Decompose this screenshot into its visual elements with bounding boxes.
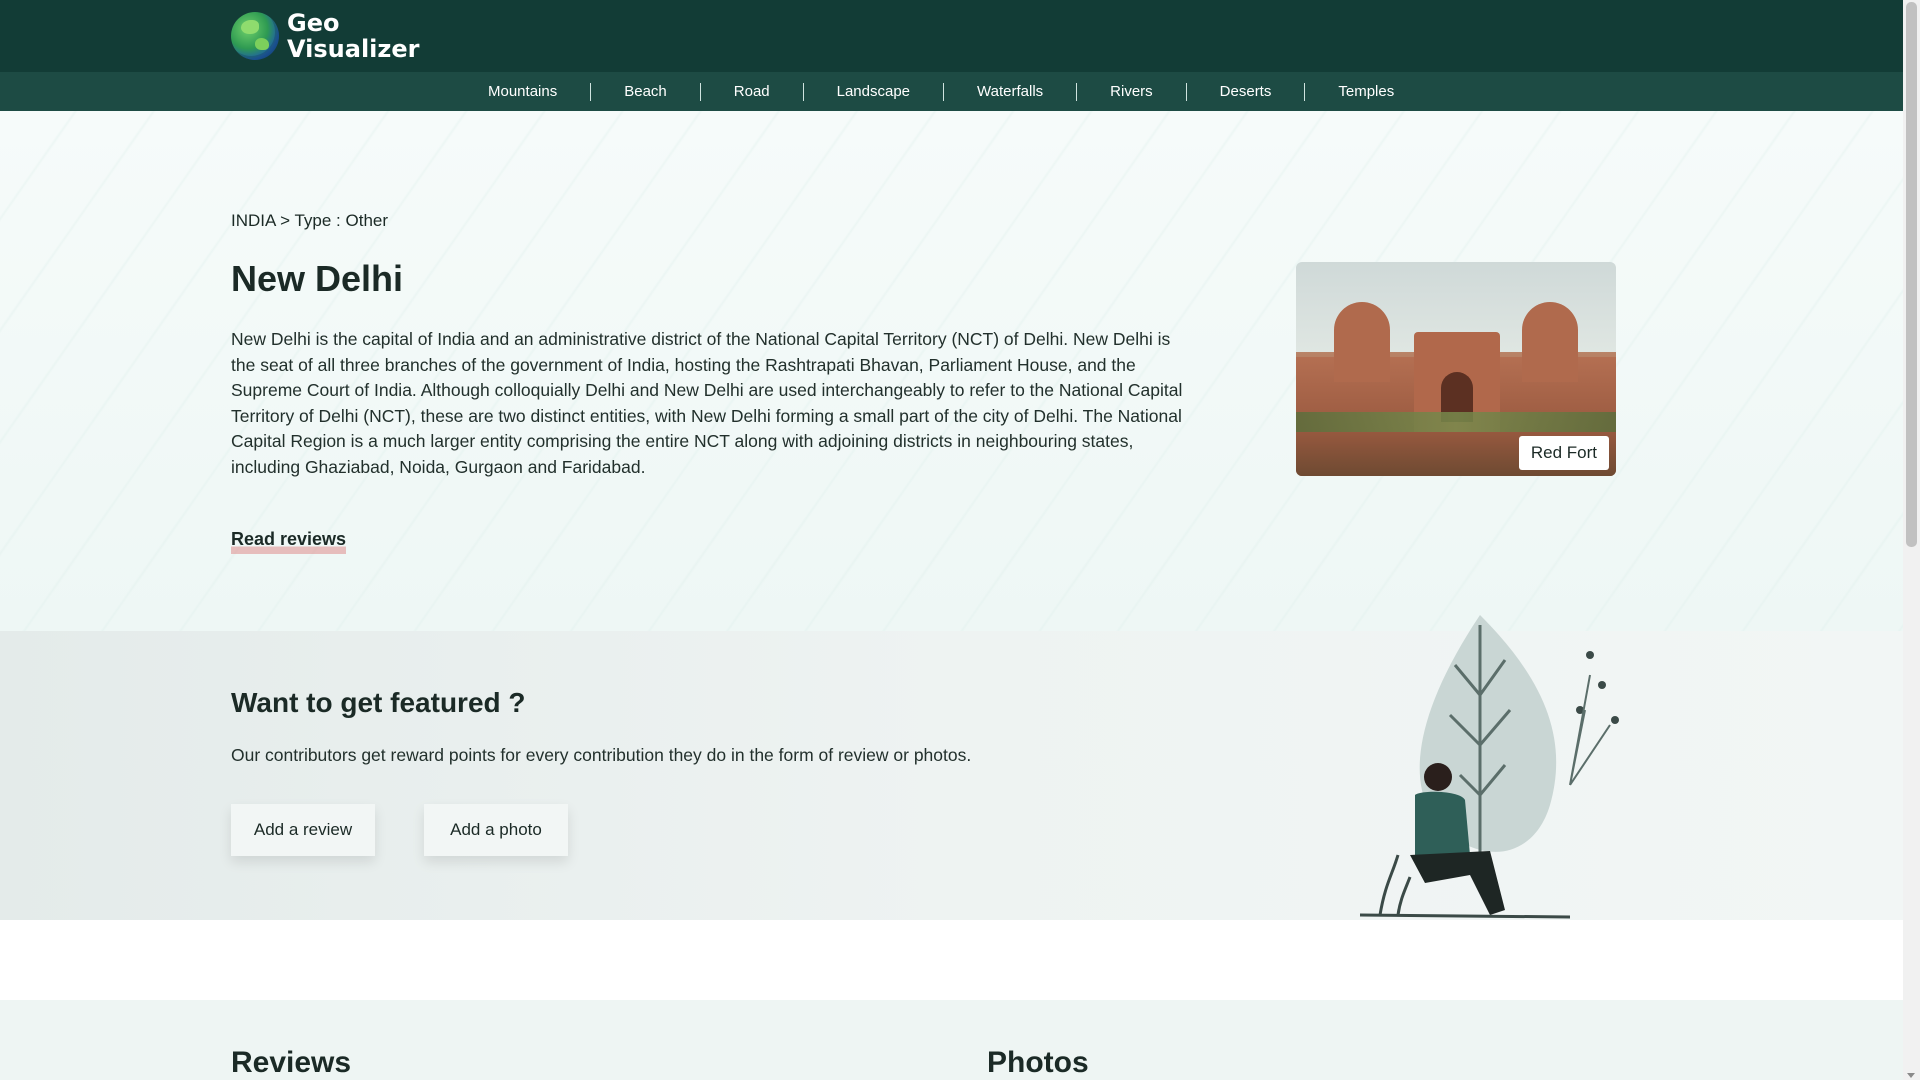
featured-title: Want to get featured ?: [231, 687, 526, 718]
logo-line-1: Geo: [287, 9, 340, 37]
person-torso-shape: [1415, 791, 1470, 860]
nav-item-deserts[interactable]: Deserts: [1185, 82, 1305, 101]
fort-tower-left-shape: [1334, 302, 1390, 382]
nav-item-temples[interactable]: Temples: [1304, 82, 1427, 101]
reviews-heading: Reviews: [231, 1046, 352, 1079]
photos-heading: Photos: [987, 1046, 1089, 1079]
nav-item-waterfalls[interactable]: Waterfalls: [943, 82, 1076, 101]
featured-text: Our contributors get reward points for e…: [231, 745, 972, 765]
add-photo-button[interactable]: Add a photo: [424, 804, 568, 856]
nav-item-road[interactable]: Road: [699, 82, 803, 101]
photo-caption: Red Fort: [1518, 436, 1609, 470]
page: Geo Visualizer Mountains Beach Road Land…: [0, 0, 1903, 1080]
featured-photo[interactable]: Red Fort: [1296, 262, 1616, 476]
nav-item-landscape[interactable]: Landscape: [802, 82, 943, 101]
globe-icon: [231, 12, 279, 60]
berry-shape: [1611, 716, 1619, 724]
logo-line-2: Visualizer: [287, 35, 420, 63]
breadcrumb: INDIA > Type : Other: [231, 211, 389, 230]
lower-spacer: [0, 920, 1903, 1000]
person-plant-illustration: [1359, 615, 1619, 919]
grass-shape: [1378, 854, 1412, 916]
berry-shape: [1598, 681, 1606, 689]
berry-shape: [1586, 651, 1594, 659]
place-description: New Delhi is the capital of India and an…: [231, 329, 1183, 477]
fort-trees-shape: [1296, 412, 1616, 432]
page-title: New Delhi: [231, 258, 404, 299]
read-reviews-link[interactable]: Read reviews: [231, 529, 347, 554]
add-review-button[interactable]: Add a review: [231, 804, 375, 856]
nav-item-mountains[interactable]: Mountains: [455, 83, 590, 101]
scrollbar-thumb[interactable]: [1906, 2, 1917, 547]
person-head-shape: [1424, 763, 1452, 791]
logo-text: Geo Visualizer: [287, 10, 419, 62]
person-legs-shape: [1410, 851, 1505, 915]
fort-tower-right-shape: [1522, 302, 1578, 382]
top-header: Geo Visualizer: [0, 0, 1903, 72]
twig-shape: [1569, 674, 1611, 786]
logo-link[interactable]: Geo Visualizer: [231, 10, 419, 62]
page-scrollbar[interactable]: [1903, 0, 1920, 1080]
category-nav: Mountains Beach Road Landscape Waterfall…: [0, 72, 1903, 111]
chevron-down-icon[interactable]: [1907, 1073, 1915, 1078]
nav-list: Mountains Beach Road Landscape Waterfall…: [455, 72, 1427, 111]
nav-item-beach[interactable]: Beach: [590, 82, 700, 101]
nav-item-rivers[interactable]: Rivers: [1076, 82, 1186, 101]
ground-line: [1359, 913, 1571, 919]
